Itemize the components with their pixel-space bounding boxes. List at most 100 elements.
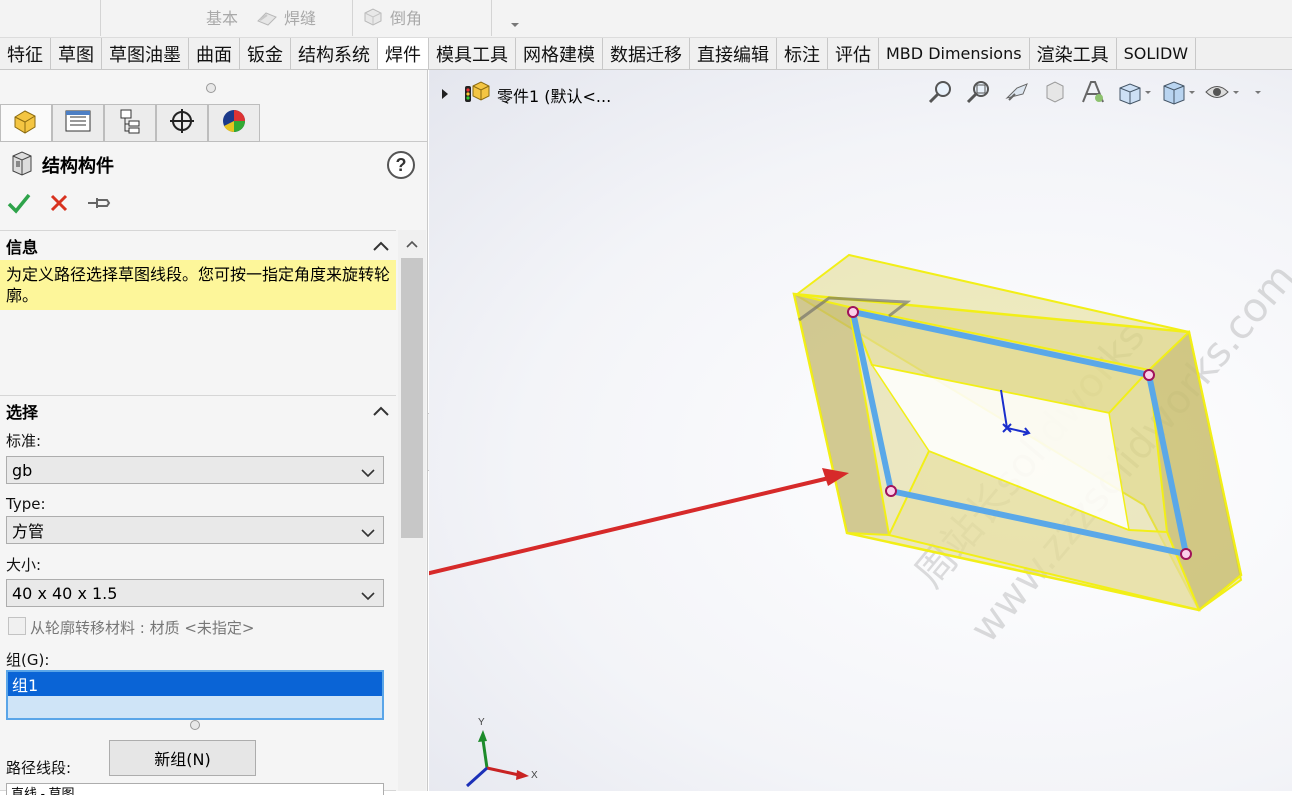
property-manager-title: 结构构件 (42, 156, 114, 177)
scroll-thumb[interactable] (401, 258, 423, 538)
toolbar-item-label: 焊缝 (284, 11, 317, 28)
weldment-frame[interactable] (792, 253, 1243, 612)
basic-button[interactable]: 基本 (206, 4, 238, 30)
close-icon (49, 193, 69, 218)
tab-sketch[interactable]: 草图 (51, 38, 102, 69)
keep-visible-button[interactable] (86, 192, 112, 218)
tab-mesh-modeling[interactable]: 网格建模 (516, 38, 603, 69)
tab-render-tools[interactable]: 渲染工具 (1030, 38, 1117, 69)
info-section: 信息 为定义路径选择草图线段。您可按一指定角度来旋转轮廓。 (0, 230, 396, 310)
annotation-arrow (429, 468, 849, 576)
sketch-endpoint[interactable] (1180, 548, 1192, 560)
tab-label: 评估 (835, 44, 871, 66)
tab-label: 数据迁移 (610, 44, 682, 66)
tab-label: 网格建模 (523, 44, 595, 66)
type-dropdown[interactable]: 方管 (6, 516, 384, 544)
tab-label: 草图油墨 (109, 44, 181, 66)
tab-label: 模具工具 (436, 44, 508, 66)
cancel-button[interactable] (46, 192, 72, 218)
tab-label: 结构系统 (298, 44, 370, 66)
graphics-viewport[interactable]: 零件1 (默认<... 周站长solidworks www.zzzsolidwo… (429, 70, 1292, 791)
new-group-button[interactable]: 新组(N) (109, 740, 256, 776)
info-message: 为定义路径选择草图线段。您可按一指定角度来旋转轮廓。 (0, 260, 396, 310)
toolbar-separator (491, 0, 492, 36)
ok-button[interactable] (6, 192, 32, 218)
standard-value: gb (12, 460, 33, 480)
panel-collapse-handle[interactable] (206, 83, 216, 93)
tab-solidworks-addins[interactable]: SOLIDW (1117, 38, 1197, 69)
toolbar-separator (100, 0, 101, 36)
tab-label: 直接编辑 (697, 44, 769, 66)
chevron-down-icon (361, 587, 375, 601)
tab-label: MBD Dimensions (886, 44, 1022, 63)
toolbar-overflow-chevron-icon[interactable] (510, 16, 520, 34)
scroll-up-arrow-icon[interactable] (405, 236, 419, 254)
tab-data-migration[interactable]: 数据迁移 (603, 38, 690, 69)
tab-display-manager[interactable] (208, 104, 260, 142)
tab-configuration-manager[interactable] (104, 104, 156, 142)
info-section-header[interactable]: 信息 (0, 230, 396, 260)
property-manager-content: 信息 为定义路径选择草图线段。您可按一指定角度来旋转轮廓。 选择 标准: gb … (0, 230, 398, 791)
tab-markup[interactable]: 标注 (777, 38, 828, 69)
property-manager-icon (63, 108, 93, 139)
tab-weldments[interactable]: 焊件 (378, 38, 429, 69)
tab-evaluate[interactable]: 评估 (828, 38, 879, 69)
tab-property-manager[interactable] (52, 104, 104, 142)
tab-feature-manager[interactable] (0, 104, 52, 142)
path-segments-listbox[interactable]: 直线 - 草图 (6, 783, 384, 795)
type-value: 方管 (12, 522, 45, 541)
command-manager-tabs: 特征 草图 草图油墨 曲面 钣金 结构系统 焊件 模具工具 网格建模 数据迁移 … (0, 38, 1292, 70)
tab-sheet-metal[interactable]: 钣金 (240, 38, 291, 69)
end-cap-icon (362, 7, 384, 27)
chevron-down-icon (361, 464, 375, 478)
collapse-caret-icon[interactable] (372, 238, 389, 254)
groups-listbox[interactable]: 组1 (6, 670, 384, 720)
size-value: 40 x 40 x 1.5 (12, 583, 118, 603)
property-manager-actions (6, 192, 112, 218)
coordinate-triad-icon: Y X (465, 717, 538, 788)
selection-section-header[interactable]: 选择 (0, 395, 396, 425)
triad-x-label: X (531, 770, 538, 781)
section-title: 选择 (6, 402, 39, 422)
tab-surfaces[interactable]: 曲面 (189, 38, 240, 69)
tab-mbd-dimensions[interactable]: MBD Dimensions (879, 38, 1030, 69)
tab-label: 特征 (7, 44, 43, 66)
type-label: Type: (6, 495, 46, 513)
toolbar-item-label: 倒角 (390, 11, 423, 28)
transfer-material-checkbox[interactable] (8, 617, 26, 635)
end-cap-button[interactable]: 倒角 (362, 4, 422, 30)
size-dropdown[interactable]: 40 x 40 x 1.5 (6, 579, 384, 607)
chevron-down-icon (361, 524, 375, 538)
collapse-caret-icon[interactable] (372, 403, 389, 419)
tab-sketch-ink[interactable]: 草图油墨 (102, 38, 189, 69)
transfer-material-label: 从轮廓转移材料 : 材质 <未指定> (30, 619, 255, 637)
tab-mold-tools[interactable]: 模具工具 (429, 38, 516, 69)
sketch-endpoint[interactable] (847, 306, 859, 318)
tab-dimxpert-manager[interactable] (156, 104, 208, 142)
appearance-sphere-icon (220, 107, 248, 140)
model-scene: 周站长solidworks www.zzzsolidworks.com (429, 253, 1292, 788)
list-item[interactable]: 组1 (8, 672, 382, 696)
section-title: 信息 (6, 237, 39, 257)
listbox-resize-handle[interactable] (190, 720, 200, 730)
weld-bead-icon (256, 7, 278, 27)
size-label: 大小: (6, 556, 42, 574)
tab-features[interactable]: 特征 (0, 38, 51, 69)
configuration-manager-icon (115, 107, 145, 140)
property-manager-header: 结构构件 (10, 150, 114, 180)
toolbar-item-label: 基本 (206, 11, 239, 28)
sketch-endpoint[interactable] (1143, 369, 1155, 381)
tab-label: 焊件 (385, 45, 421, 66)
help-button[interactable]: ? (387, 151, 415, 179)
group-label: 组(G): (6, 651, 50, 669)
standard-dropdown[interactable]: gb (6, 456, 384, 484)
manager-tabs (0, 102, 428, 142)
tab-direct-editing[interactable]: 直接编辑 (690, 38, 777, 69)
path-segments-label: 路径线段: (6, 759, 72, 777)
weld-bead-button[interactable]: 焊缝 (256, 4, 316, 30)
panel-scrollbar[interactable] (398, 230, 426, 791)
checkmark-icon (7, 192, 31, 219)
tab-structure-system[interactable]: 结构系统 (291, 38, 378, 69)
tab-label: 曲面 (196, 44, 232, 66)
sketch-endpoint[interactable] (885, 485, 897, 497)
